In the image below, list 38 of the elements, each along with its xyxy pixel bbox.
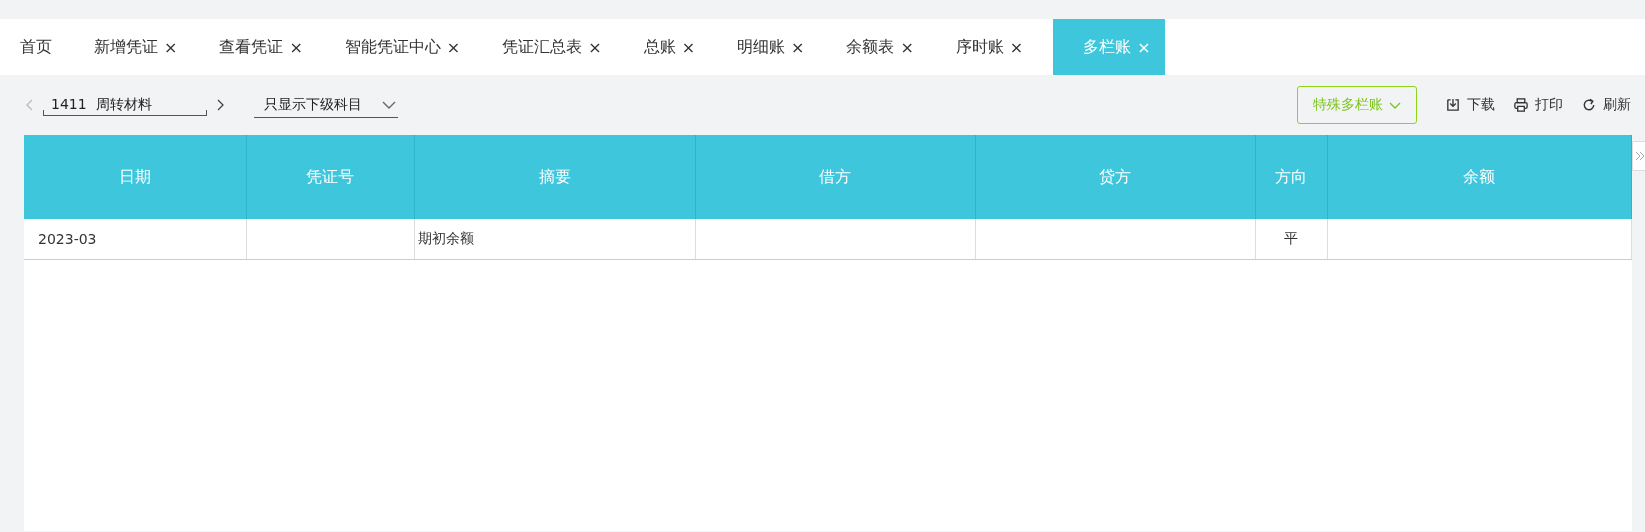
print-button[interactable]: 打印 (1513, 96, 1563, 114)
collapse-handle-icon[interactable] (1632, 141, 1645, 171)
download-icon (1445, 97, 1461, 113)
filter-dropdown[interactable]: 只显示下级科目 (254, 92, 398, 118)
download-button[interactable]: 下载 (1445, 96, 1495, 114)
chevron-down-icon (1389, 101, 1401, 109)
close-icon[interactable]: × (588, 37, 602, 57)
column-header: 方向 (1255, 135, 1327, 219)
table-cell: 平 (1255, 219, 1327, 260)
column-header: 余额 (1327, 135, 1631, 219)
table-cell: 期初余额 (414, 219, 695, 260)
tab[interactable]: 查看凭证 × (207, 19, 315, 75)
close-icon[interactable]: × (164, 37, 178, 57)
close-icon[interactable]: × (289, 37, 303, 57)
close-icon[interactable]: × (791, 37, 805, 57)
refresh-icon (1581, 97, 1597, 113)
tab[interactable]: 首页 (8, 19, 64, 75)
close-icon[interactable]: × (1009, 37, 1024, 57)
column-header: 贷方 (975, 135, 1255, 219)
tab[interactable]: 智能凭证中心 × (332, 19, 473, 75)
print-icon (1513, 97, 1529, 113)
chevron-down-icon (382, 100, 396, 109)
tab[interactable]: 序时账 × (943, 19, 1036, 75)
column-header: 借方 (695, 135, 975, 219)
table-cell: 2023-03 (24, 219, 246, 260)
tab[interactable]: 明细账 × (725, 19, 817, 75)
refresh-button[interactable]: 刷新 (1581, 96, 1631, 114)
tab[interactable]: 新增凭证 × (82, 19, 190, 75)
column-header: 摘要 (414, 135, 695, 219)
column-header: 凭证号 (246, 135, 414, 219)
tab[interactable]: 凭证汇总表 × (490, 19, 614, 75)
account-field[interactable]: 1411 周转材料 (43, 94, 207, 116)
close-icon[interactable]: × (900, 37, 914, 57)
tab[interactable]: 余额表 × (834, 19, 926, 75)
tab[interactable]: 总账 × (631, 19, 708, 75)
close-icon[interactable]: × (681, 37, 696, 57)
column-header: 日期 (24, 135, 246, 219)
close-icon[interactable]: × (446, 37, 461, 57)
